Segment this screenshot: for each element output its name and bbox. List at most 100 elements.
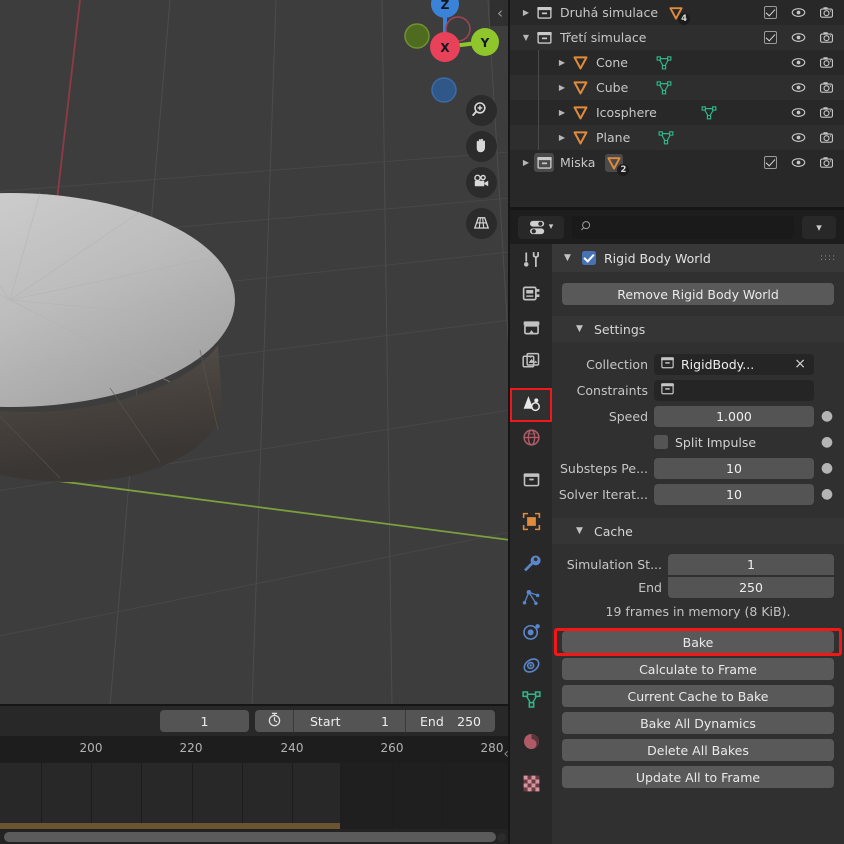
expand-triangle-icon[interactable]: ▶ <box>554 58 570 67</box>
camera-view-button[interactable] <box>466 167 497 198</box>
outliner-row[interactable]: ▶Druhá simulace4 <box>510 0 844 25</box>
pan-tool-button[interactable] <box>466 131 497 162</box>
clear-collection-icon[interactable]: × <box>794 356 814 372</box>
timeline-scrollbar-area[interactable] <box>0 830 510 844</box>
properties-tab-output[interactable] <box>510 312 552 346</box>
timeline-editor[interactable]: 1 Start 1 End 250 20022024026 <box>0 706 510 844</box>
outliner-row[interactable]: ▶Cube <box>510 75 844 100</box>
properties-tab-scene[interactable] <box>510 388 552 422</box>
collection-icon[interactable] <box>534 29 554 46</box>
properties-tab-object[interactable] <box>510 506 552 540</box>
properties-tab-render[interactable] <box>510 278 552 312</box>
properties-tab-texture[interactable] <box>510 768 552 802</box>
frame-start-field[interactable]: Start 1 <box>294 710 405 732</box>
filter-dropdown-button[interactable]: ▾ <box>802 216 836 239</box>
horizontal-scrollbar[interactable] <box>4 832 496 842</box>
mesh-data-icon[interactable] <box>656 80 672 96</box>
render-camera-icon[interactable] <box>816 153 836 173</box>
properties-tab-modifiers[interactable] <box>510 548 552 582</box>
properties-tab-view-layer[interactable] <box>510 346 552 380</box>
render-camera-icon[interactable] <box>816 53 836 73</box>
visibility-eye-icon[interactable] <box>788 153 808 173</box>
mesh-data-object-icon[interactable] <box>570 104 590 121</box>
expand-triangle-icon[interactable]: ▶ <box>518 8 534 17</box>
search-field[interactable] <box>600 220 786 235</box>
viewport-collapse-arrow[interactable]: ‹ <box>490 0 510 26</box>
expand-triangle-icon[interactable]: ▶ <box>554 83 570 92</box>
render-camera-icon[interactable] <box>816 103 836 123</box>
collection-icon[interactable] <box>534 4 554 21</box>
outliner-panel[interactable]: ▶Druhá simulace4▼Třetí simulace▶Cone▶Cub… <box>510 0 844 210</box>
object-count-icon[interactable]: 4 <box>668 5 684 21</box>
settings-subpanel-header[interactable]: ▼ Settings <box>552 316 844 342</box>
expand-triangle-icon[interactable]: ▶ <box>518 158 534 167</box>
search-input[interactable] <box>572 216 794 239</box>
animate-substeps-dot[interactable]: ● <box>820 463 834 473</box>
solver-iterations-field[interactable]: 10 <box>654 484 814 505</box>
animate-speed-dot[interactable]: ● <box>820 411 834 421</box>
collection-field[interactable]: RigidBody... × <box>654 354 814 375</box>
constraints-field[interactable] <box>654 380 814 401</box>
scrollbar-knob[interactable] <box>497 833 506 842</box>
checkbox-slot[interactable] <box>760 153 780 173</box>
mesh-data-object-icon[interactable] <box>570 79 590 96</box>
rigid-body-world-panel-header[interactable]: ▼ Rigid Body World :::: <box>552 244 844 272</box>
speed-field[interactable]: 1.000 <box>654 406 814 427</box>
enable-checkbox[interactable] <box>764 156 777 169</box>
render-camera-icon[interactable] <box>816 3 836 23</box>
properties-tab-collection[interactable] <box>510 464 552 498</box>
mesh-data-object-icon[interactable] <box>570 54 590 71</box>
render-camera-icon[interactable] <box>816 128 836 148</box>
cache-subpanel-header[interactable]: ▼ Cache <box>552 518 844 544</box>
collection-icon[interactable] <box>534 153 554 172</box>
animate-split-impulse-dot[interactable]: ● <box>820 437 834 447</box>
perspective-toggle-button[interactable] <box>466 208 497 239</box>
visibility-eye-icon[interactable] <box>788 78 808 98</box>
calculate-to-frame-button[interactable]: Calculate to Frame <box>562 658 834 680</box>
expand-triangle-icon[interactable]: ▶ <box>554 108 570 117</box>
split-impulse-checkbox[interactable] <box>654 435 668 449</box>
outliner-row[interactable]: ▼Třetí simulace <box>510 25 844 50</box>
expand-triangle-icon[interactable]: ▶ <box>554 133 570 142</box>
use-preview-range-button[interactable] <box>255 710 293 732</box>
timeline-track-area[interactable] <box>0 763 510 829</box>
properties-tab-physics[interactable] <box>510 616 552 650</box>
properties-tab-tool[interactable] <box>510 244 552 278</box>
visibility-eye-icon[interactable] <box>788 28 808 48</box>
properties-tab-world[interactable] <box>510 422 552 456</box>
visibility-eye-icon[interactable] <box>788 128 808 148</box>
mesh-data-object-icon[interactable] <box>570 129 590 146</box>
visibility-eye-icon[interactable] <box>788 103 808 123</box>
timeline-ruler[interactable]: 200220240260280 <box>0 736 510 763</box>
properties-editor[interactable]: ▾ ▾ ▼ Rigid Body World :::: Remov <box>510 210 844 844</box>
update-all-to-frame-button[interactable]: Update All to Frame <box>562 766 834 788</box>
checkbox-slot[interactable] <box>760 28 780 48</box>
rigid-body-world-checkbox[interactable] <box>582 251 596 265</box>
zoom-tool-button[interactable] <box>466 95 497 126</box>
substeps-field[interactable]: 10 <box>654 458 814 479</box>
mesh-data-icon[interactable] <box>701 105 717 121</box>
bake-button[interactable]: Bake <box>562 631 834 653</box>
navigation-gizmo[interactable]: Z Y X <box>392 0 502 104</box>
properties-tab-strip[interactable] <box>510 244 552 844</box>
outliner-row[interactable]: ▶Icosphere <box>510 100 844 125</box>
drag-handle-icon[interactable]: :::: <box>820 256 834 261</box>
properties-tab-material[interactable] <box>510 726 552 760</box>
bake-all-dynamics-button[interactable]: Bake All Dynamics <box>562 712 834 734</box>
editor-type-selector[interactable]: ▾ <box>518 216 564 239</box>
properties-tab-particles[interactable] <box>510 582 552 616</box>
object-count-icon[interactable]: 2 <box>605 154 623 172</box>
simulation-end-field[interactable]: 250 <box>668 577 834 598</box>
3d-viewport[interactable]: Z Y X ‹ <box>0 0 510 706</box>
simulation-start-field[interactable]: 1 <box>668 554 834 575</box>
visibility-eye-icon[interactable] <box>788 53 808 73</box>
enable-checkbox[interactable] <box>764 31 777 44</box>
checkbox-slot[interactable] <box>760 3 780 23</box>
outliner-row[interactable]: ▶Miska2 <box>510 150 844 175</box>
render-camera-icon[interactable] <box>816 28 836 48</box>
render-camera-icon[interactable] <box>816 78 836 98</box>
outliner-row[interactable]: ▶Plane <box>510 125 844 150</box>
remove-rigid-body-world-button[interactable]: Remove Rigid Body World <box>562 283 834 305</box>
properties-tab-constraints[interactable] <box>510 650 552 684</box>
visibility-eye-icon[interactable] <box>788 3 808 23</box>
